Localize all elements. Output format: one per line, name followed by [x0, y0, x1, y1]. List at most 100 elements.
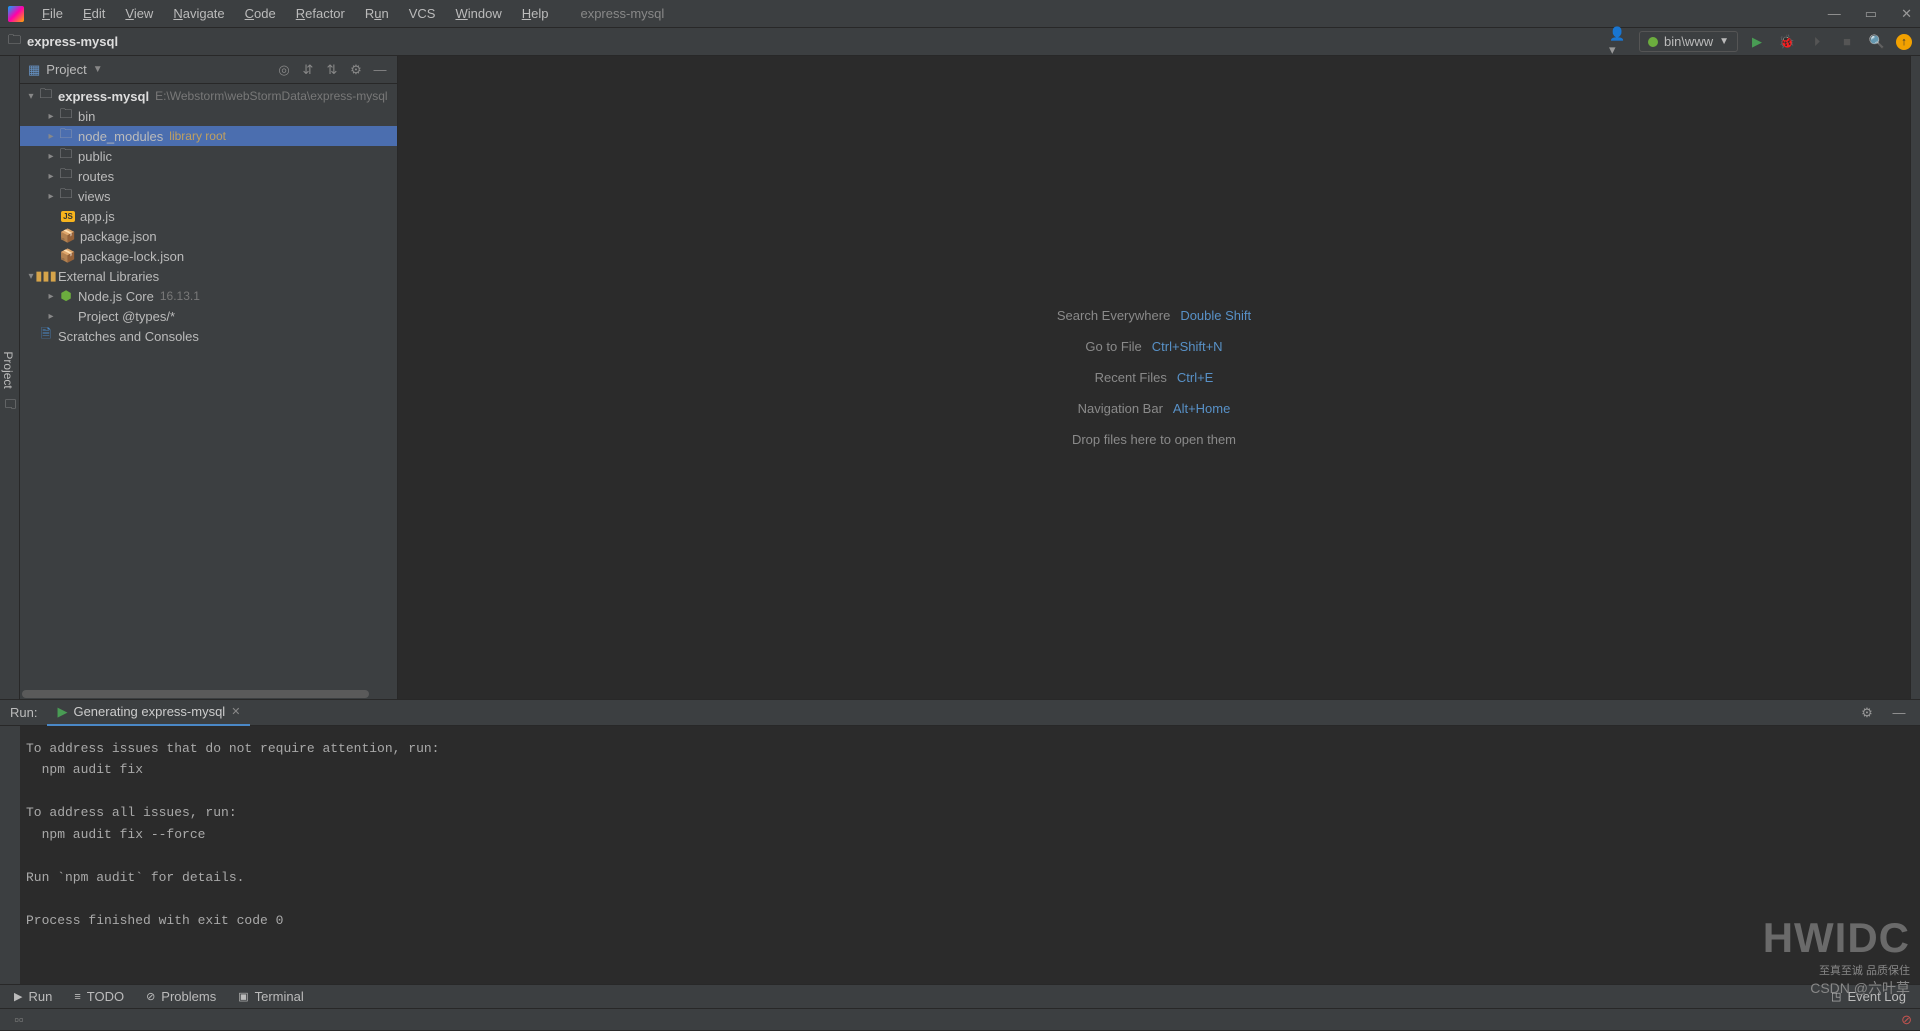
maximize-icon[interactable]: ▭	[1865, 6, 1877, 22]
project-panel-title[interactable]: ▦ Project ▼	[28, 62, 103, 78]
project-tree[interactable]: ▾ 🗀 express-mysql E:\Webstorm\webStormDa…	[20, 84, 397, 689]
project-view-icon: ▦	[28, 62, 40, 78]
run-play-icon: ▶	[14, 990, 22, 1003]
folder-icon: 🗀	[58, 165, 74, 187]
error-indicator-icon[interactable]: ⊘	[1901, 1012, 1912, 1028]
menu-run[interactable]: Run	[357, 3, 397, 24]
hint-go-to-file: Go to File Ctrl+Shift+N	[1085, 339, 1222, 354]
bottom-tool-tabs: ▶Run ≡TODO ⊘Problems ▣Terminal ◳Event Lo…	[0, 984, 1920, 1008]
terminal-icon: ▣	[238, 990, 248, 1003]
run-button[interactable]: ▶	[1746, 31, 1768, 53]
gear-icon[interactable]: ⚙	[1856, 702, 1878, 724]
collapse-all-icon[interactable]: ⇅	[323, 59, 341, 81]
title-project-name: express-mysql	[580, 6, 664, 21]
run-tab[interactable]: ▶ Generating express-mysql ✕	[47, 700, 250, 726]
menu-refactor[interactable]: Refactor	[288, 3, 353, 24]
main-area: 🗀 Project ≣ Structure ★ Favorites npm ▦ …	[0, 56, 1920, 699]
chevron-down-icon: ▼	[93, 64, 103, 75]
run-tab-name: Generating express-mysql	[73, 704, 225, 719]
main-menu: FFileile Edit View Navigate Code Refacto…	[34, 3, 556, 24]
minimize-icon[interactable]: —	[1828, 6, 1841, 22]
menu-code[interactable]: Code	[237, 3, 284, 24]
menu-window[interactable]: Window	[447, 3, 509, 24]
run-play-icon: ▶	[57, 704, 67, 720]
menu-vcs[interactable]: VCS	[401, 3, 444, 24]
search-icon[interactable]: 🔍	[1866, 31, 1888, 53]
project-tool-window: ▦ Project ▼ ◎ ⇵ ⇅ ⚙ — ▾ 🗀 express-mysql …	[20, 56, 398, 699]
navigation-bar: 🗀 express-mysql 👤▾ bin\www ▼ ▶ 🐞 ⏵ ■ 🔍 ↑	[0, 28, 1920, 56]
tree-root[interactable]: ▾ 🗀 express-mysql E:\Webstorm\webStormDa…	[20, 86, 397, 106]
close-icon[interactable]: ✕	[1901, 6, 1912, 22]
chevron-down-icon: ▼	[1719, 36, 1729, 47]
run-configuration-selector[interactable]: bin\www ▼	[1639, 31, 1738, 52]
tool-windows-icon[interactable]: ▫▫	[8, 1009, 30, 1031]
tree-external-libraries[interactable]: ▾ ▮▮▮ External Libraries	[20, 266, 397, 286]
bottom-tab-problems[interactable]: ⊘Problems	[138, 987, 224, 1006]
json-file-icon: 📦	[60, 248, 76, 264]
expand-all-icon[interactable]: ⇵	[299, 59, 317, 81]
folder-icon: 🗀	[58, 145, 74, 167]
todo-icon: ≡	[74, 991, 80, 1003]
hint-search-everywhere: Search Everywhere Double Shift	[1057, 308, 1251, 323]
menu-navigate[interactable]: Navigate	[165, 3, 232, 24]
menu-help[interactable]: Help	[514, 3, 557, 24]
tree-folder-routes[interactable]: ▸ 🗀 routes	[20, 166, 397, 186]
tree-folder-public[interactable]: ▸ 🗀 public	[20, 146, 397, 166]
right-gutter	[1910, 56, 1920, 699]
folder-icon: 🗀	[58, 105, 74, 127]
run-console-output[interactable]: To address issues that do not require at…	[20, 726, 1920, 984]
hint-navigation-bar: Navigation Bar Alt+Home	[1078, 401, 1231, 416]
updates-icon[interactable]: ↑	[1896, 34, 1912, 50]
json-file-icon: 📦	[60, 228, 76, 244]
run-config-name: bin\www	[1664, 34, 1713, 49]
event-log-icon: ◳	[1831, 990, 1841, 1003]
library-icon: ▮▮▮	[38, 268, 54, 284]
editor-empty-state[interactable]: Search Everywhere Double Shift Go to Fil…	[398, 56, 1910, 699]
menu-view[interactable]: View	[117, 3, 161, 24]
hint-drop-files: Drop files here to open them	[1072, 432, 1236, 447]
close-tab-icon[interactable]: ✕	[231, 705, 240, 718]
problems-icon: ⊘	[146, 990, 155, 1003]
tree-folder-views[interactable]: ▸ 🗀 views	[20, 186, 397, 206]
breadcrumb-item: express-mysql	[27, 34, 118, 49]
run-panel-label: Run:	[0, 705, 47, 720]
event-log-button[interactable]: ◳Event Log	[1823, 987, 1914, 1006]
tree-scratches[interactable]: 🗎 Scratches and Consoles	[20, 326, 397, 346]
run-tool-window: Run: ▶ Generating express-mysql ✕ ⚙ — To…	[0, 699, 1920, 984]
debug-button[interactable]: 🐞	[1776, 31, 1798, 53]
project-horizontal-scrollbar[interactable]	[20, 689, 397, 699]
tree-folder-bin[interactable]: ▸ 🗀 bin	[20, 106, 397, 126]
tree-file-package-json[interactable]: 📦 package.json	[20, 226, 397, 246]
folder-icon: 🗀	[38, 85, 54, 107]
menu-file[interactable]: FFileile	[34, 3, 71, 24]
status-bar: ▫▫ ⊘	[0, 1008, 1920, 1030]
stop-button[interactable]: ■	[1836, 31, 1858, 53]
titlebar: FFileile Edit View Navigate Code Refacto…	[0, 0, 1920, 28]
hint-recent-files: Recent Files Ctrl+E	[1095, 370, 1214, 385]
bottom-tab-terminal[interactable]: ▣Terminal	[230, 987, 312, 1006]
project-panel-header: ▦ Project ▼ ◎ ⇵ ⇅ ⚙ —	[20, 56, 397, 84]
hide-panel-icon[interactable]: —	[371, 59, 389, 81]
nodejs-icon: ⬢	[58, 288, 74, 304]
menu-edit[interactable]: Edit	[75, 3, 113, 24]
left-tab-project[interactable]: 🗀 Project	[0, 351, 19, 413]
select-opened-file-icon[interactable]: ◎	[275, 59, 293, 81]
tree-file-appjs[interactable]: JS app.js	[20, 206, 397, 226]
bottom-tab-run[interactable]: ▶Run	[6, 987, 60, 1006]
tree-nodejs-core[interactable]: ▸ ⬢ Node.js Core 16.13.1	[20, 286, 397, 306]
gear-icon[interactable]: ⚙	[347, 59, 365, 81]
run-panel-header: Run: ▶ Generating express-mysql ✕ ⚙ —	[0, 700, 1920, 726]
run-gutter	[0, 726, 20, 984]
webstorm-logo-icon	[8, 6, 24, 22]
add-user-icon[interactable]: 👤▾	[1609, 31, 1631, 53]
left-tool-strip: 🗀 Project ≣ Structure ★ Favorites npm	[0, 56, 20, 699]
tree-file-package-lock[interactable]: 📦 package-lock.json	[20, 246, 397, 266]
scratches-icon: 🗎	[38, 325, 54, 347]
breadcrumb[interactable]: 🗀 express-mysql	[8, 31, 118, 53]
js-file-icon: JS	[60, 211, 76, 222]
bottom-tab-todo[interactable]: ≡TODO	[66, 987, 132, 1006]
hide-panel-icon[interactable]: —	[1888, 702, 1910, 724]
coverage-button[interactable]: ⏵	[1806, 31, 1828, 53]
tree-types[interactable]: ▸ Project @types/*	[20, 306, 397, 326]
tree-folder-node-modules[interactable]: ▸ 🗀 node_modules library root	[20, 126, 397, 146]
